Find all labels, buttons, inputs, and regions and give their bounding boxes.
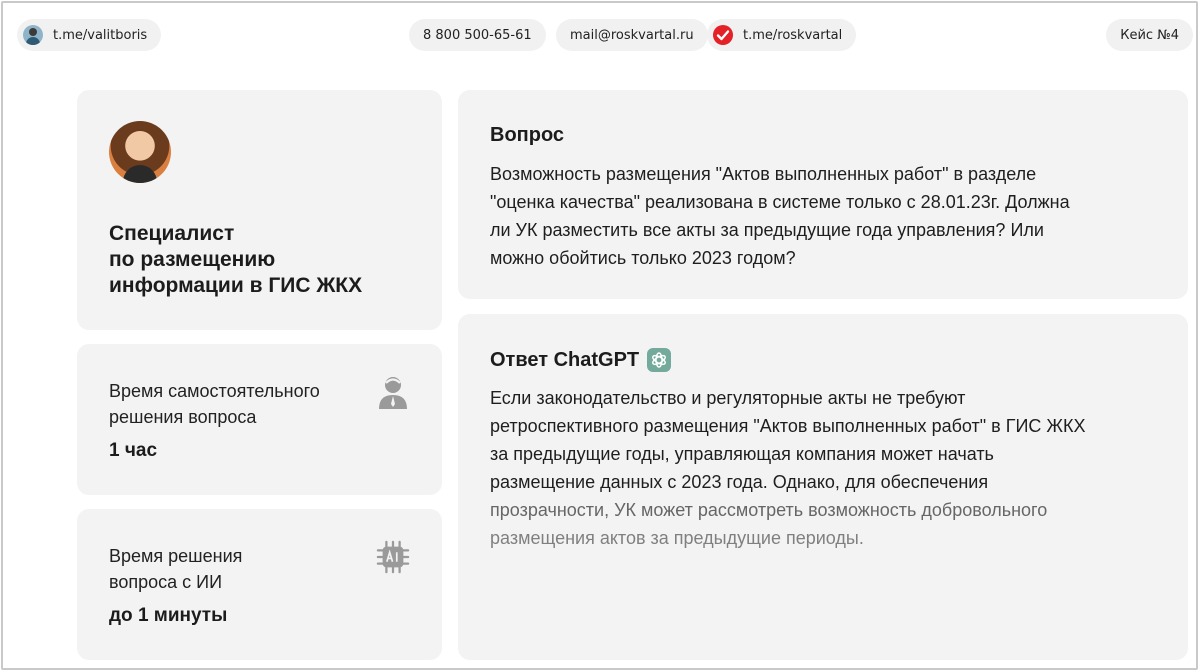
case-label: Кейс №4 <box>1120 27 1179 43</box>
label-line: решения вопроса <box>109 407 257 427</box>
author-avatar-icon <box>23 25 43 45</box>
question-line: ли УК разместить все акты за предыдущие … <box>490 220 1044 240</box>
question-line: "оценка качества" реализована в системе … <box>490 192 1070 212</box>
manual-time-value: 1 час <box>109 440 158 461</box>
question-line: Возможность размещения "Актов выполненны… <box>490 164 1037 184</box>
manual-time-label: Время самостоятельного решения вопроса <box>109 378 359 430</box>
label-line: Время самостоятельного <box>109 381 320 401</box>
question-heading: Вопрос <box>490 124 565 146</box>
answer-line: Если законодательство и регуляторные акт… <box>490 388 966 408</box>
specialist-role-title: Специалист по размещению информации в ГИ… <box>109 221 419 299</box>
answer-line: размещения актов за предыдущие периоды. <box>490 528 864 548</box>
answer-line: за предыдущие годы, управляющая компания… <box>490 444 994 464</box>
case-badge: Кейс №4 <box>1106 19 1193 51</box>
answer-line: прозрачности, УК может рассмотреть возмо… <box>490 500 1048 520</box>
ai-time-label: Время решения вопроса с ИИ <box>109 543 359 595</box>
ai-time-card: Время решения вопроса с ИИ до 1 минуты <box>77 509 442 660</box>
answer-heading-row: Ответ ChatGPT <box>490 348 672 372</box>
channel-link-text: t.me/roskvartal <box>743 27 843 43</box>
question-card: Вопрос Возможность размещения "Актов вып… <box>458 90 1188 299</box>
author-link-pill[interactable]: t.me/valitboris <box>17 19 162 51</box>
label-line: вопроса с ИИ <box>109 572 223 592</box>
answer-text: Если законодательство и регуляторные акт… <box>490 384 1170 552</box>
question-text: Возможность размещения "Актов выполненны… <box>490 160 1170 272</box>
chatgpt-icon <box>647 348 672 372</box>
specialist-card: Специалист по размещению информации в ГИ… <box>77 90 442 330</box>
ai-chip-icon <box>376 540 410 574</box>
label-line: Время решения <box>109 546 243 566</box>
role-line: информации в ГИС ЖКХ <box>109 274 363 297</box>
specialist-avatar <box>109 121 171 183</box>
author-link-text: t.me/valitboris <box>53 27 148 43</box>
email-pill[interactable]: mail@roskvartal.ru <box>556 19 708 51</box>
role-line: по размещению <box>109 248 276 271</box>
person-icon <box>379 377 407 409</box>
manual-time-card: Время самостоятельного решения вопроса 1… <box>77 344 442 495</box>
ai-time-value: до 1 минуты <box>109 605 228 626</box>
answer-heading: Ответ ChatGPT <box>490 348 640 371</box>
phone-text: 8 800 500-65-61 <box>423 27 532 43</box>
slide-frame: t.me/valitboris 8 800 500-65-61 mail@ros… <box>1 1 1198 670</box>
phone-pill[interactable]: 8 800 500-65-61 <box>409 19 546 51</box>
answer-line: размещение данных с 2023 года. Однако, д… <box>490 472 989 492</box>
role-line: Специалист <box>109 222 235 245</box>
email-text: mail@roskvartal.ru <box>570 27 694 43</box>
question-line: можно обойтись только 2023 годом? <box>490 248 796 268</box>
answer-line: ретроспективного размещения "Актов выпол… <box>490 416 1086 436</box>
channel-link-pill[interactable]: t.me/roskvartal <box>707 19 857 51</box>
answer-card: Ответ ChatGPT Если законодательство и ре… <box>458 314 1188 660</box>
checkmark-icon <box>713 25 733 45</box>
